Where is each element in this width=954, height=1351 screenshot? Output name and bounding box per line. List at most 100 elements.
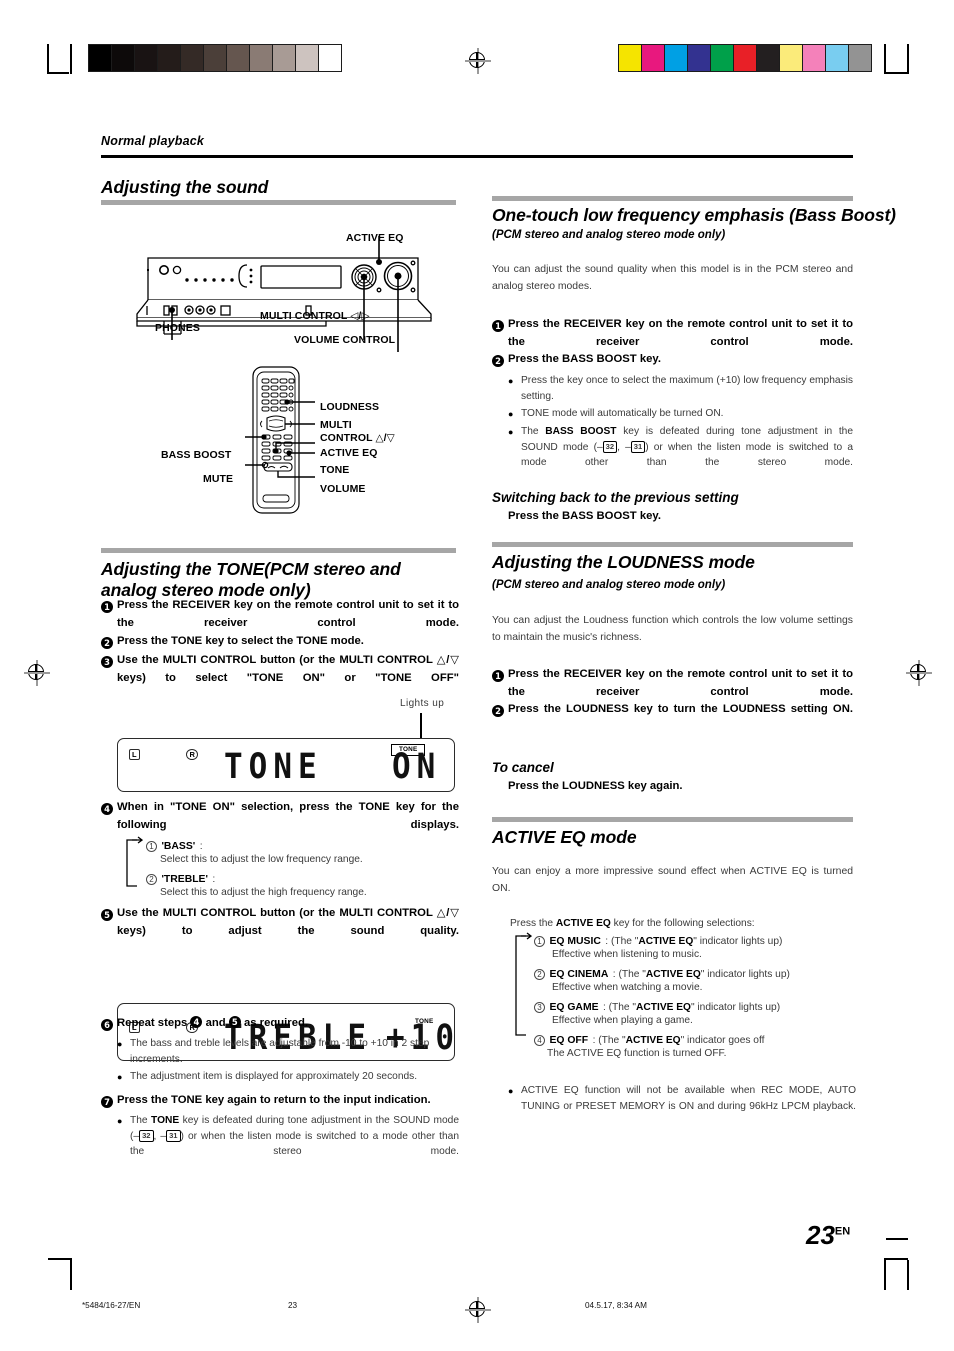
footer-timestamp: 04.5.17, 8:34 AM <box>585 1301 647 1310</box>
active-eq-heading: ACTIVE EQ mode <box>492 827 637 847</box>
loudness-step-2: 2 Press the LOUDNESS key to turn the LOU… <box>492 701 853 720</box>
option-name: EQ GAME <box>549 1002 599 1013</box>
step-text: Press the RECEIVER key on the remote con… <box>508 318 853 348</box>
remote-label-mute: MUTE <box>203 473 234 485</box>
calibration-swatch <box>780 45 803 71</box>
option-indicator-bold: ACTIVE EQ <box>638 936 694 947</box>
remote-label-bass-boost: BASS BOOST <box>161 449 232 461</box>
bass-boost-bullet-1: ● Press the key once to select the maxim… <box>492 373 853 404</box>
tone-section-rule <box>101 548 456 553</box>
loudness-heading: Adjusting the LOUDNESS mode <box>492 552 755 572</box>
step-text: When in "TONE ON" selection, press the T… <box>117 801 459 831</box>
active-eq-cycle-arrow <box>510 931 533 1041</box>
crop-mark-br-h <box>886 1258 908 1260</box>
option-colon: : <box>199 841 203 852</box>
lead-post: key for the following selections: <box>610 918 755 929</box>
tone-step-6-bullet-2: ● The adjustment item is displayed for a… <box>101 1069 459 1085</box>
option-indicator-bold: ACTIVE EQ <box>625 1035 681 1046</box>
calibration-swatch <box>296 45 319 71</box>
bass-boost-heading: One-touch low frequency emphasis (Bass B… <box>492 205 896 225</box>
bass-boost-step-1: 1 Press the RECEIVER key on the remote c… <box>492 316 853 351</box>
loudness-steps: 1 Press the RECEIVER key on the remote c… <box>492 666 853 720</box>
header-rule <box>101 155 853 158</box>
bullet-text: The BASS BOOST key is defeated during to… <box>521 424 853 471</box>
option-number: 3 <box>534 1002 545 1013</box>
option-tail: " indicator lights up) <box>693 936 783 947</box>
calibration-swatch <box>665 45 688 71</box>
option-number: 4 <box>534 1035 545 1046</box>
crop-mark-tl-h <box>47 72 69 74</box>
lcd-right-channel-mark: R <box>186 749 199 760</box>
crop-mark-tr-h <box>886 72 908 74</box>
calibration-swatch <box>250 45 273 71</box>
calibration-swatch <box>757 45 780 71</box>
page-title-rule <box>101 200 456 205</box>
bullet-part-1: The <box>521 426 546 437</box>
tone-step-2: 2 Press the TONE key to select the TONE … <box>101 633 459 652</box>
option-tail: " indicator lights up) <box>690 1002 781 1013</box>
bullet-text: Press the key once to select the maximum… <box>521 375 853 402</box>
tone-heading-text: Adjusting the TONE <box>101 559 265 579</box>
page-number: 23EN <box>806 1220 850 1251</box>
page-number-value: 23 <box>806 1220 835 1250</box>
page-title: Adjusting the sound <box>101 177 269 197</box>
active-eq-option-2-desc: Effective when watching a movie. <box>552 982 703 993</box>
crop-mark-tl-v <box>47 44 49 74</box>
bullet-dot: ● <box>508 409 514 419</box>
bullet-bold-tone: TONE <box>151 1115 180 1126</box>
tone-option-1-desc: Select this to adjust the low frequency … <box>160 854 363 865</box>
step-number: 7 <box>101 1096 113 1108</box>
registration-mark-bottom <box>465 1297 491 1323</box>
calibration-swatch <box>803 45 826 71</box>
step-text: Press the RECEIVER key on the remote con… <box>117 599 459 629</box>
calibration-swatch <box>642 45 665 71</box>
footer-page: 23 <box>288 1301 298 1310</box>
lcd-main-text: TONE <box>224 746 323 787</box>
step-number: 2 <box>492 355 504 367</box>
loudness-step-1: 1 Press the RECEIVER key on the remote c… <box>492 666 853 701</box>
remote-label-multi-line2: CONTROL △/▽ <box>320 432 395 444</box>
option-tail: " indicator goes off <box>680 1035 765 1046</box>
tone-option-cycle-arrow <box>121 836 144 892</box>
calibration-swatch <box>619 45 642 71</box>
option-colon: : (The " <box>605 936 639 947</box>
step-text: Press the LOUDNESS key to turn the LOUDN… <box>508 703 853 715</box>
tone-section-heading: Adjusting the TONE(PCM stereo and analog… <box>101 559 461 601</box>
bullet-bold-bass-boost: BASS BOOST <box>545 426 617 437</box>
calibration-swatch <box>227 45 250 71</box>
crop-mark-bl-v <box>70 1258 72 1290</box>
registration-mark-right <box>906 660 932 686</box>
bass-boost-heading-sub: (PCM stereo and analog stereo mode only) <box>492 229 726 241</box>
bullet-dot: ● <box>117 1039 123 1049</box>
step-number: 2 <box>492 705 504 717</box>
tone-step-6-bullet-1: ● The bass and treble levels are adjusta… <box>101 1036 459 1067</box>
tone-step-7: 7 Press the TONE key again to return to … <box>101 1092 459 1160</box>
lcd-left-channel-mark: L <box>129 749 140 760</box>
remote-label-multi-line1: MULTI <box>320 419 352 431</box>
step-text: Press the RECEIVER key on the remote con… <box>508 668 853 698</box>
to-cancel-heading: To cancel <box>492 760 554 775</box>
bass-boost-steps: 1 Press the RECEIVER key on the remote c… <box>492 316 853 471</box>
page-number-suffix: EN <box>834 1225 851 1238</box>
step-number: 1 <box>492 320 504 332</box>
remote-label-tone: TONE <box>320 464 350 476</box>
active-eq-note: ● ACTIVE EQ function will not be availab… <box>508 1083 856 1114</box>
active-eq-lead: Press the ACTIVE EQ key for the followin… <box>510 916 855 932</box>
lights-up-callout: Lights up <box>400 698 445 709</box>
footer-file: *5484/16-27/EN <box>82 1301 141 1310</box>
bullet-dot: ● <box>508 376 514 386</box>
bass-boost-step-2: 2 Press the BASS BOOST key. <box>492 351 853 370</box>
lead-bold: ACTIVE EQ <box>555 918 611 929</box>
step-number: 1 <box>101 601 113 613</box>
crop-mark-tl2 <box>70 44 72 74</box>
tone-option-2-desc: Select this to adjust the high frequency… <box>160 887 367 898</box>
bullet-text: The TONE key is defeated during tone adj… <box>130 1113 459 1160</box>
active-eq-section-rule <box>492 817 853 822</box>
page-ref-32: 32 <box>139 1129 154 1142</box>
crop-mark-br3 <box>886 1238 908 1240</box>
page-ref-31: 31 <box>166 1129 181 1142</box>
tone-step-5: 5 Use the MULTI CONTROL button (or the M… <box>101 905 459 940</box>
bullet-part-3: , – <box>153 1130 167 1142</box>
tone-step-7-bullet: ● The TONE key is defeated during tone a… <box>101 1113 459 1160</box>
option-tail: " indicator lights up) <box>700 969 790 980</box>
